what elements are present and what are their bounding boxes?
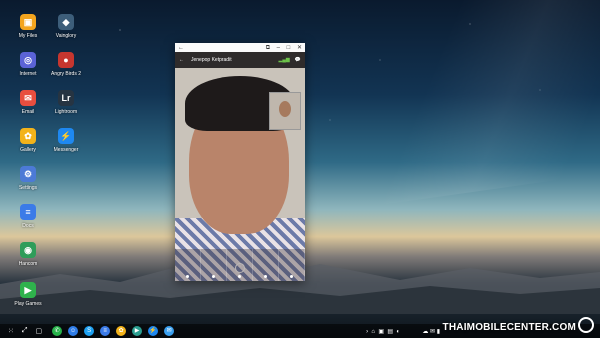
call-header: ← Jenepop Ketpradit ▂▄▆ 💬 xyxy=(175,52,305,68)
taskbar-messages-icon[interactable]: ✉ xyxy=(164,326,175,336)
watermark-text: THAIMOBILECENTER.COM xyxy=(442,322,576,333)
desktop-icon-label: Messenger xyxy=(53,147,79,153)
mail-icon: ✉ xyxy=(20,90,36,106)
desktop-icon-messenger[interactable]: ⚡ Messenger xyxy=(46,128,86,153)
docs-icon: ≡ xyxy=(20,204,36,220)
effect-option[interactable] xyxy=(175,249,201,281)
effect-option[interactable] xyxy=(253,249,279,281)
effect-option[interactable] xyxy=(227,249,253,281)
minimize-icon[interactable]: – xyxy=(277,45,280,51)
desktop-icon-internet[interactable]: ◎ Internet xyxy=(8,52,48,77)
desktop-icon-play-games[interactable]: ▶ Play Games xyxy=(8,282,48,307)
taskbar-phone-icon[interactable]: ✆ xyxy=(52,326,63,336)
effect-option[interactable] xyxy=(279,249,305,281)
taskbar-skype-icon[interactable]: S xyxy=(84,326,95,336)
desktop-icon-label: My Files xyxy=(18,33,38,39)
app-drawer-icon[interactable]: ⁙ xyxy=(8,327,14,335)
folder-icon: ▣ xyxy=(20,14,36,30)
desktop-icon-settings[interactable]: ⚙ Settings xyxy=(8,166,48,191)
lightroom-icon: Lr xyxy=(58,90,74,106)
watermark-logo-icon xyxy=(578,317,594,333)
desktop-icon-label: Settings xyxy=(18,185,38,191)
desktop-icon-label: Hancom xyxy=(18,261,38,267)
self-preview-video[interactable] xyxy=(269,92,301,130)
taskbar-docs-icon[interactable]: ≡ xyxy=(100,326,111,336)
signal-icon: ▂▄▆ xyxy=(278,57,290,63)
system-tray[interactable]: › ⌂ ▣ ▤ ◐ xyxy=(366,328,400,335)
chat-bubbles-icon[interactable]: 💬 xyxy=(295,57,301,63)
desktop-icon-label: Play Games xyxy=(14,301,42,307)
maximize-icon[interactable]: □ xyxy=(287,45,291,51)
taskbar-contacts-icon[interactable]: ☺ xyxy=(68,326,79,336)
globe-icon: ◎ xyxy=(20,52,36,68)
messenger-icon: ⚡ xyxy=(58,128,74,144)
close-icon[interactable]: ✕ xyxy=(297,45,302,51)
desktop-icon-lightroom[interactable]: Lr Lightroom xyxy=(46,90,86,115)
desktop-icon-label: Angry Birds 2 xyxy=(50,71,81,77)
taskbar-play-store-icon[interactable]: ▶ xyxy=(132,326,143,336)
remote-video-feed: ⌃ xyxy=(175,68,305,281)
desktop-icon-label: Gallery xyxy=(20,147,36,153)
window-titlebar[interactable]: ← ⧉ – □ ✕ xyxy=(175,43,305,52)
back-arrow-icon[interactable]: ← xyxy=(179,57,184,63)
bird-icon: ● xyxy=(58,52,74,68)
desktop-icon-angry-birds-2[interactable]: ● Angry Birds 2 xyxy=(46,52,86,77)
effects-strip xyxy=(175,249,305,281)
home-icon[interactable]: ▢ xyxy=(35,327,42,335)
desktop-icon-gallery[interactable]: ✿ Gallery xyxy=(8,128,48,153)
taskbar-messenger-icon[interactable]: ⚡ xyxy=(148,326,159,336)
desktop-icon-label: Lightroom xyxy=(54,109,78,115)
play-games-icon: ▶ xyxy=(20,282,36,298)
taskbar-gallery-icon[interactable]: ✿ xyxy=(116,326,127,336)
desktop-icon-label: Internet xyxy=(19,71,37,77)
desktop-icon-label: Docs xyxy=(22,223,34,229)
flower-icon: ✿ xyxy=(20,128,36,144)
desktop-icon-my-files[interactable]: ▣ My Files xyxy=(8,14,48,39)
desktop-icon-hancom[interactable]: ◉ Hancom xyxy=(8,242,48,267)
desktop-icon-email[interactable]: ✉ Email xyxy=(8,90,48,115)
video-call-window[interactable]: ← ⧉ – □ ✕ ← Jenepop Ketpradit ▂▄▆ 💬 ⌃ xyxy=(175,43,305,281)
recent-apps-icon[interactable]: ⤢ xyxy=(22,327,28,335)
notification-icons[interactable]: ☁ ✉ ▮ xyxy=(422,328,440,335)
gear-icon: ⚙ xyxy=(20,166,36,182)
back-arrow-icon[interactable]: ← xyxy=(178,45,184,51)
desktop-icon-label: Email xyxy=(21,109,35,115)
desktop-icon-label: Vainglory xyxy=(55,33,77,39)
vainglory-icon: ◆ xyxy=(58,14,74,30)
effect-option[interactable] xyxy=(201,249,227,281)
hancom-icon: ◉ xyxy=(20,242,36,258)
window-resize-icon[interactable]: ⧉ xyxy=(266,45,270,51)
contact-name: Jenepop Ketpradit xyxy=(191,57,232,63)
desktop-icon-vainglory[interactable]: ◆ Vainglory xyxy=(46,14,86,39)
desktop-icon-docs[interactable]: ≡ Docs xyxy=(8,204,48,229)
